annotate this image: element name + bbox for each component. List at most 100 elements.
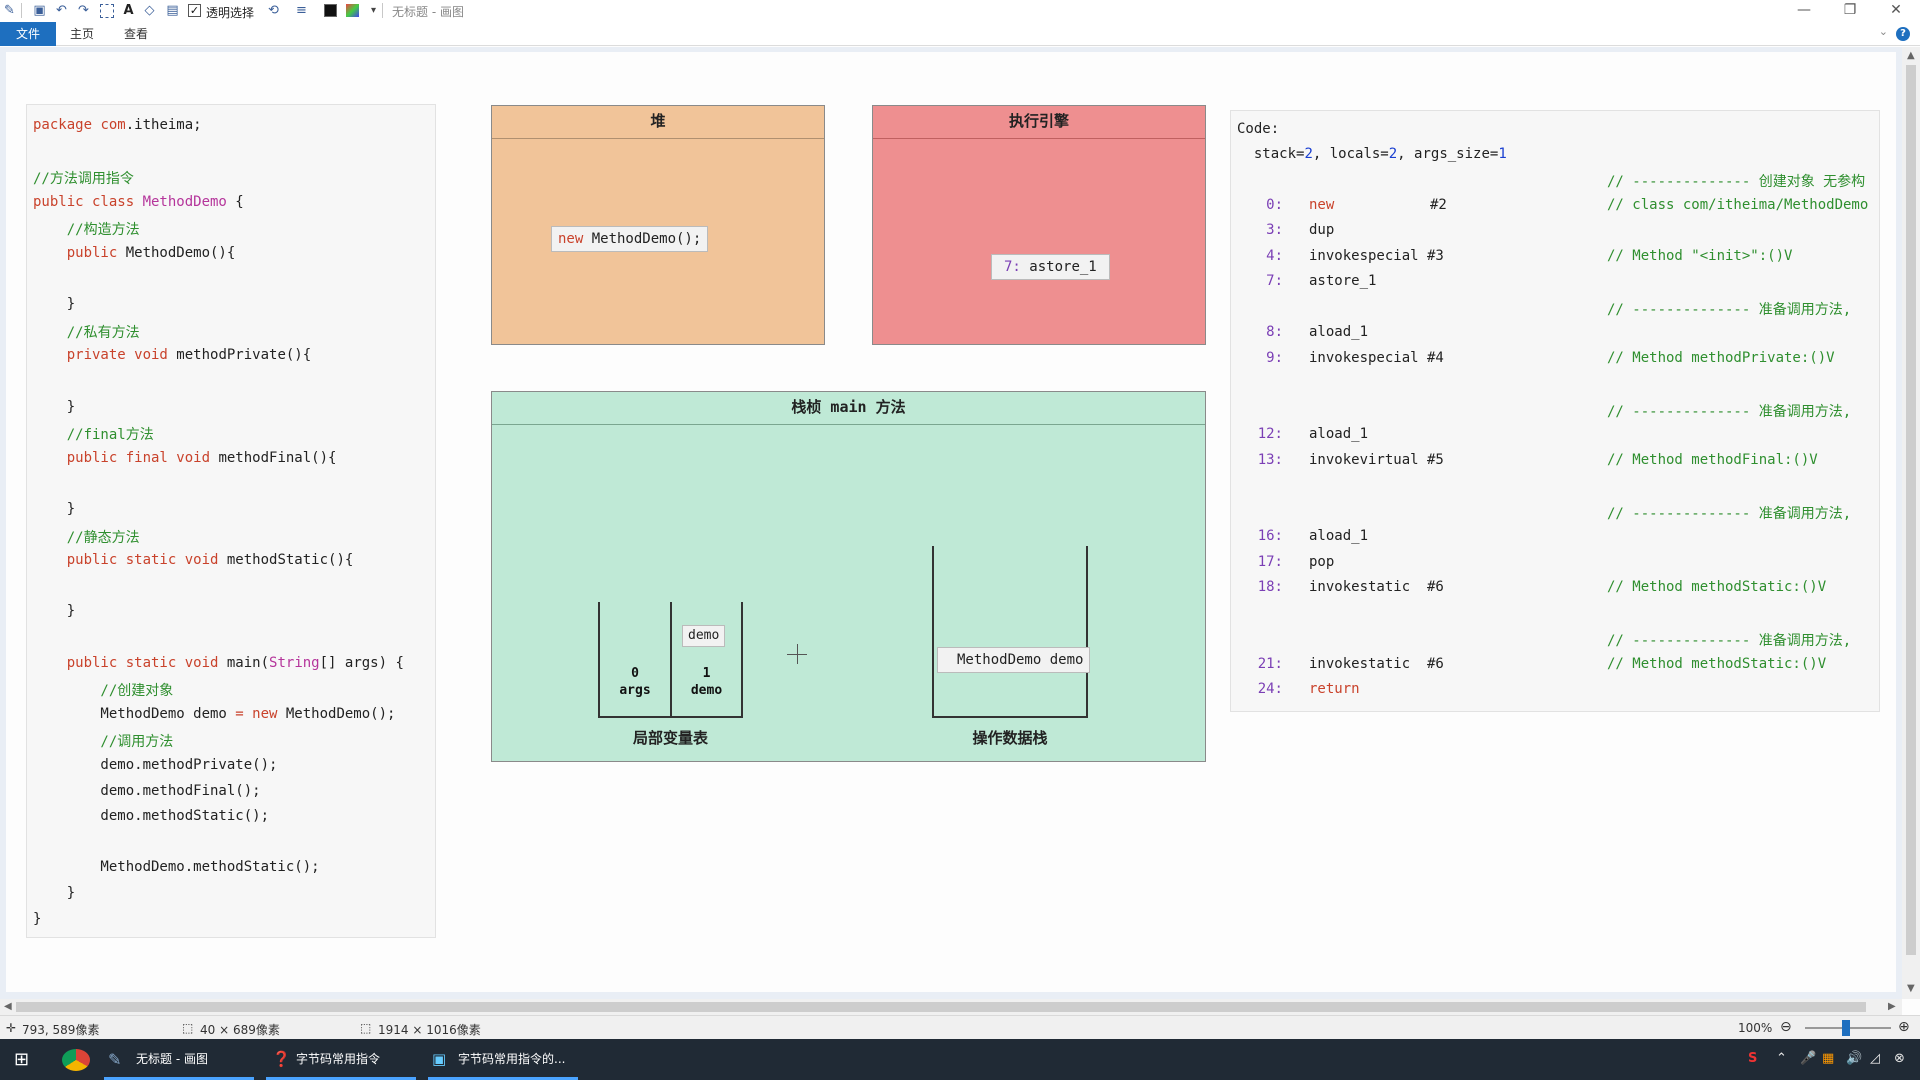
zoom-out-icon[interactable]: ⊖: [1780, 1019, 1792, 1035]
heap-box: 堆 new MethodDemo();: [491, 105, 825, 345]
bytecode-index: 7:: [1266, 273, 1283, 289]
bytecode-comment: // Method methodStatic:()V: [1607, 579, 1827, 595]
code-token: package: [33, 117, 101, 133]
zoom-in-icon[interactable]: ⊕: [1898, 1019, 1910, 1035]
network-icon[interactable]: ◿: [1870, 1051, 1880, 1066]
zoom-slider-thumb[interactable]: [1842, 1020, 1850, 1036]
microphone-icon[interactable]: 🎤: [1800, 1051, 1816, 1066]
close-button[interactable]: ✕: [1876, 0, 1916, 22]
bytecode-opcode: pop: [1309, 553, 1335, 570]
stack-frame-title: 栈桢 main 方法: [492, 392, 1205, 425]
horizontal-scroll-thumb[interactable]: [16, 1002, 1866, 1012]
minimize-button[interactable]: —: [1784, 0, 1824, 22]
customize-dropdown-icon[interactable]: ▾: [366, 3, 381, 18]
bytecode-comment: // -------------- 准备调用方法,: [1607, 633, 1852, 649]
bytecode-index: 13:: [1257, 451, 1283, 468]
code-line: MethodDemo demo = new MethodDemo();: [33, 706, 395, 722]
vertical-scroll-thumb[interactable]: [1906, 65, 1916, 955]
scroll-right-icon[interactable]: ▶: [1888, 1001, 1896, 1012]
horizontal-scrollbar[interactable]: ◀ ▶: [0, 999, 1902, 1015]
code-token: demo.methodFinal();: [33, 782, 261, 799]
code-line: //静态方法: [33, 527, 140, 547]
color1-icon[interactable]: [324, 4, 337, 17]
redo-icon[interactable]: ↷: [76, 3, 91, 18]
paint-taskbar-icon[interactable]: ✎: [108, 1039, 121, 1080]
edit-colors-icon[interactable]: [346, 4, 359, 17]
bytecode-comment: // Method "<init>":()V: [1607, 247, 1793, 264]
image-size-icon: ⬚: [360, 1021, 372, 1035]
code-line: public MethodDemo(){: [33, 245, 236, 261]
code-token: demo.methodPrivate();: [33, 757, 278, 773]
code-line: //构造方法: [33, 219, 140, 239]
code-token: //构造方法: [33, 222, 140, 239]
instruction-index: 7:: [1004, 259, 1030, 275]
bytecode-index: 3:: [1266, 222, 1283, 238]
bytecode-opcode: invokespecial #4: [1309, 349, 1444, 366]
code-token: MethodDemo.methodStatic();: [33, 859, 320, 876]
taskbar-paint[interactable]: 无标题 - 画图: [136, 1039, 208, 1080]
eraser-icon[interactable]: ◇: [142, 3, 157, 18]
stack-line-token: 1: [1498, 146, 1507, 162]
windows-start-icon[interactable]: ⊞: [14, 1039, 29, 1080]
save-icon[interactable]: ▣: [32, 3, 47, 18]
undo-icon[interactable]: ↶: [54, 3, 69, 18]
rotate-icon[interactable]: ⟲: [266, 3, 281, 18]
heap-title: 堆: [492, 106, 824, 139]
zoom-level: 100%: [1738, 1021, 1773, 1035]
transparent-select-label: 透明选择: [206, 6, 255, 20]
doc-taskbar-icon[interactable]: ❓: [272, 1039, 291, 1080]
bytecode-opcode: aload_1: [1309, 528, 1369, 544]
stack-line-token: , locals=: [1312, 146, 1389, 162]
image-taskbar-icon[interactable]: ▣: [432, 1039, 446, 1080]
operand-stack-label: 操作数据栈: [972, 729, 1048, 747]
code-token: private void: [33, 347, 177, 364]
bytecode-comment: // Method methodPrivate:()V: [1607, 349, 1835, 366]
volume-icon[interactable]: 🔊: [1846, 1051, 1862, 1066]
code-token: public static void: [33, 552, 227, 569]
code-line: }: [33, 885, 75, 901]
code-line: package com.itheima;: [33, 117, 202, 133]
scroll-up-icon[interactable]: ▲: [1907, 50, 1915, 61]
locals-bottom: [598, 716, 743, 718]
bytecode-opcode: new: [1309, 196, 1335, 213]
select-icon[interactable]: [100, 4, 114, 18]
text-tool-icon[interactable]: A: [121, 3, 136, 18]
code-token: String: [269, 654, 320, 671]
scroll-down-icon[interactable]: ▼: [1907, 983, 1915, 994]
ribbon-tabs: 文件 主页 查看 ⌄ ?: [0, 22, 1920, 46]
code-token: com: [100, 117, 126, 133]
selection-size: 40 × 689像素: [200, 1023, 280, 1037]
scroll-left-icon[interactable]: ◀: [4, 1001, 12, 1012]
paint-app-icon[interactable]: ✎: [2, 3, 17, 18]
code-line: demo.methodStatic();: [33, 808, 269, 824]
code-line: public final void methodFinal(){: [33, 450, 337, 466]
operand-stack-right-wall: [1086, 546, 1088, 718]
instruction-text: astore_1: [1029, 259, 1097, 275]
chrome-icon[interactable]: [62, 1049, 90, 1071]
tray-app-icon[interactable]: ▦: [1822, 1051, 1834, 1066]
tab-view[interactable]: 查看: [116, 22, 156, 46]
taskbar-doc-1[interactable]: 字节码常用指令: [296, 1039, 380, 1080]
vertical-scrollbar[interactable]: ▲ ▼: [1902, 47, 1920, 999]
bytecode-operand: #2: [1430, 196, 1447, 213]
collapse-ribbon-icon[interactable]: ⌄: [1879, 25, 1888, 38]
code-token: {: [226, 193, 244, 210]
code-line: public static void methodStatic(){: [33, 552, 354, 569]
clipboard-icon[interactable]: ▤: [165, 3, 180, 18]
bytecode-comment: // -------------- 准备调用方法,: [1607, 505, 1852, 522]
execution-engine-box: 执行引擎 7: astore_1: [872, 105, 1206, 345]
help-icon[interactable]: ?: [1896, 27, 1910, 41]
line-size-icon[interactable]: ≡: [294, 3, 309, 18]
tray-expand-icon[interactable]: ⌃: [1776, 1051, 1787, 1066]
notification-icon[interactable]: ⊗: [1894, 1051, 1905, 1066]
tab-home[interactable]: 主页: [62, 22, 102, 46]
restore-button[interactable]: ❐: [1830, 0, 1870, 22]
sogou-ime-icon[interactable]: S: [1748, 1051, 1757, 1066]
divider: [21, 3, 22, 18]
taskbar-doc-2[interactable]: 字节码常用指令的...: [458, 1039, 565, 1080]
stack-line-token: stack=: [1237, 146, 1305, 162]
bytecode-index: 17:: [1257, 553, 1283, 570]
code-line: //创建对象: [33, 680, 173, 700]
tab-file[interactable]: 文件: [0, 22, 56, 46]
transparent-select-checkbox[interactable]: ✓: [188, 4, 201, 17]
